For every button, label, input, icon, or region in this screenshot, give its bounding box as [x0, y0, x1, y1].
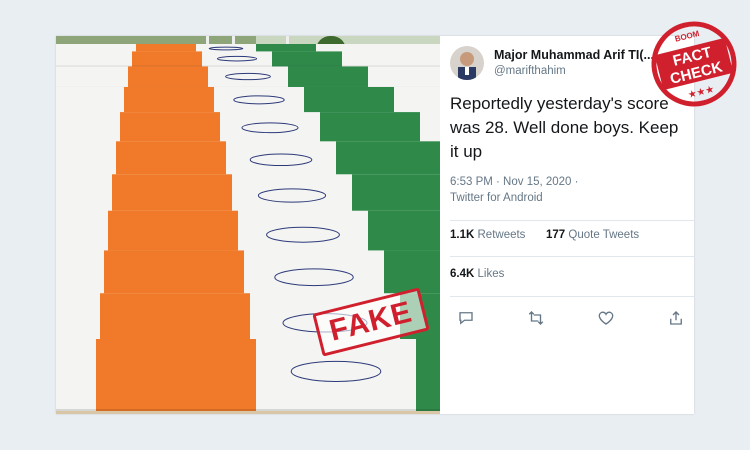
quote-tweets-label: Quote Tweets: [568, 229, 640, 241]
flag-saffron-band: [132, 51, 202, 68]
retweets-stat[interactable]: 1.1K Retweets: [450, 229, 525, 241]
flag-green-band: [288, 66, 368, 89]
likes-label: Likes: [477, 268, 505, 280]
tweet-source[interactable]: Twitter for Android: [450, 190, 578, 206]
user-handle[interactable]: @marifthahim: [494, 65, 566, 77]
fact-check-badge: BOOM FACT CHECK ★★★: [651, 21, 737, 107]
reply-icon[interactable]: [456, 308, 476, 328]
quote-tweets-count: 177: [546, 229, 566, 241]
tweet-meta: 6:53 PM · Nov 15, 2020 · Twitter for And…: [450, 174, 578, 206]
flag-saffron-band: [96, 339, 256, 411]
divider: [450, 256, 694, 257]
flag-saffron-band: [124, 86, 214, 116]
like-icon[interactable]: [596, 308, 616, 328]
coffins-photo: [56, 36, 440, 414]
quote-tweets-stat[interactable]: 177 Quote Tweets: [546, 229, 639, 241]
coffin: [56, 51, 440, 68]
coffins-illustration: [56, 36, 440, 414]
display-name[interactable]: Major Muhammad Arif TI(...: [494, 48, 654, 62]
retweets-count: 1.1K: [450, 229, 475, 241]
likes-stat[interactable]: 6.4K Likes: [450, 268, 504, 280]
share-icon[interactable]: [666, 308, 686, 328]
retweets-label: Retweets: [477, 229, 526, 241]
fact-check-card: Major Muhammad Arif TI(... @marifthahim …: [56, 36, 694, 414]
avatar[interactable]: [450, 46, 484, 80]
likes-count: 6.4K: [450, 268, 475, 280]
flag-green-band: [304, 86, 394, 116]
tweet-timestamp[interactable]: 6:53 PM · Nov 15, 2020 ·: [450, 174, 578, 190]
divider: [450, 296, 694, 297]
flag-green-band: [416, 339, 440, 411]
flag-green-band: [272, 51, 342, 68]
retweet-icon[interactable]: [526, 308, 546, 328]
coffin: [56, 66, 440, 89]
divider: [450, 220, 694, 221]
tweet-actions: [456, 308, 686, 328]
coffin-edge: [56, 409, 440, 411]
flag-saffron-band: [128, 66, 208, 89]
badge-brand: BOOM: [674, 29, 701, 44]
